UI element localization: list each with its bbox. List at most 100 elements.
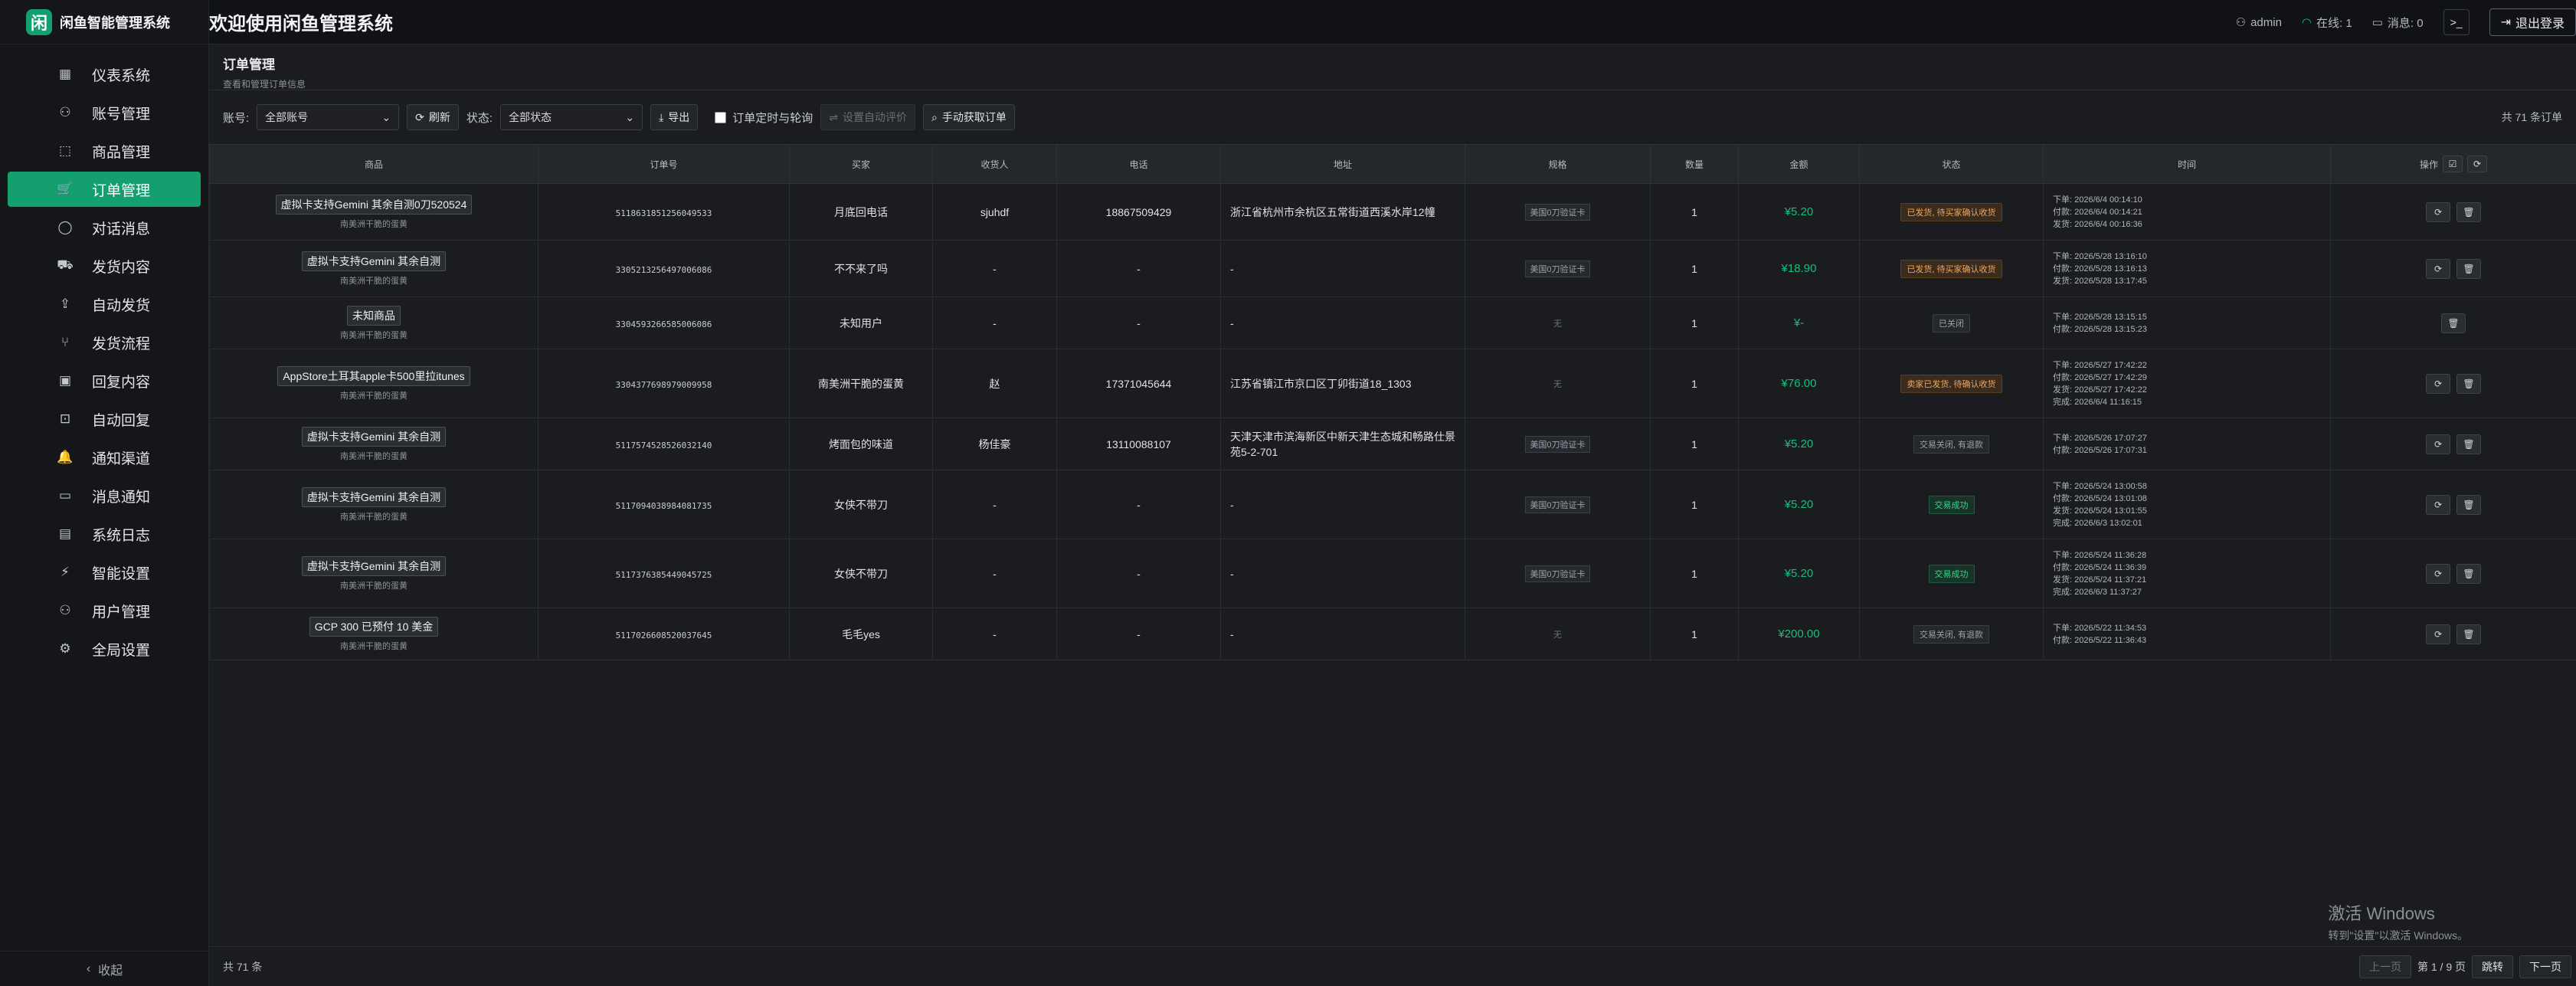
jump-button[interactable]: 跳转 bbox=[2472, 955, 2513, 978]
watermark-line1: 激活 Windows bbox=[2328, 904, 2435, 923]
sidebar-item-11[interactable]: 🔔 通知渠道 bbox=[8, 440, 201, 475]
ops-cell: ⟳ 🗑 bbox=[2330, 349, 2576, 418]
product-name[interactable]: 虚拟卡支持Gemini 其余自测 bbox=[301, 555, 447, 576]
product-cell: 虚拟卡支持Gemini 其余自测 南美洲干脆的蛋黄 bbox=[209, 418, 538, 470]
refresh-order-button[interactable]: ⟳ bbox=[2426, 434, 2450, 454]
chat-icon: ◯ bbox=[57, 220, 73, 234]
terminal-button[interactable]: >_ bbox=[2443, 9, 2470, 35]
delete-order-button[interactable]: 🗑 bbox=[2457, 434, 2481, 454]
sidebar-item-1[interactable]: ▦ 仪表系统 bbox=[8, 57, 201, 92]
delete-order-button[interactable]: 🗑 bbox=[2441, 313, 2466, 333]
collapse-button[interactable]: ‹ 收起 bbox=[0, 951, 209, 986]
spec-cell: 美国0刀验证卡 bbox=[1465, 183, 1651, 241]
sidebar-item-4[interactable]: 🛒 订单管理 bbox=[8, 172, 201, 207]
time-line: 发货: 2026/5/24 11:37:21 bbox=[2053, 575, 2147, 585]
ops-cell: ⟳ 🗑 bbox=[2330, 240, 2576, 297]
users-icon: ⚇ bbox=[59, 603, 71, 617]
amount-cell: ¥5.20 bbox=[1738, 470, 1860, 539]
sidebar-item-2[interactable]: ⚇ 账号管理 bbox=[8, 95, 201, 130]
refresh-order-button[interactable]: ⟳ bbox=[2426, 563, 2450, 584]
time-line: 发货: 2026/5/28 13:17:45 bbox=[2053, 276, 2147, 286]
delete-order-button[interactable]: 🗑 bbox=[2457, 563, 2481, 584]
ops-header-label: 操作 bbox=[2419, 159, 2438, 170]
delete-order-button[interactable]: 🗑 bbox=[2457, 258, 2481, 279]
sidebar-item-14[interactable]: ⚡ 智能设置 bbox=[8, 555, 201, 590]
current-user[interactable]: ⚇ admin bbox=[2236, 15, 2282, 30]
order-number: 5117094038984081735 bbox=[615, 500, 712, 511]
ops-cell: ⟳ 🗑 bbox=[2330, 539, 2576, 608]
manual-fetch-button[interactable]: ⌕ 手动获取订单 bbox=[923, 104, 1015, 130]
product-name[interactable]: 虚拟卡支持Gemini 其余自测 bbox=[301, 251, 447, 271]
sidebar-item-12[interactable]: ▭ 消息通知 bbox=[8, 478, 201, 513]
refresh-order-button[interactable]: ⟳ bbox=[2426, 258, 2450, 279]
time-line: 付款: 2026/5/24 13:01:08 bbox=[2053, 493, 2147, 503]
sidebar-item-10[interactable]: ⊡ 自动回复 bbox=[8, 401, 201, 437]
sidebar-item-5[interactable]: ◯ 对话消息 bbox=[8, 210, 201, 245]
refresh-label: 刷新 bbox=[428, 111, 450, 123]
order-number: 3305213256497006086 bbox=[615, 264, 712, 275]
product-cell: 虚拟卡支持Gemini 其余自测南美洲干脆的蛋黄 bbox=[209, 240, 538, 297]
delete-order-button[interactable]: 🗑 bbox=[2457, 373, 2481, 394]
status-select[interactable]: 全部状态 ⌄ bbox=[500, 104, 643, 130]
refresh-order-button[interactable]: ⟳ bbox=[2426, 373, 2450, 394]
topbar: 欢迎使用闲鱼管理系统 ⚇ admin ◠ 在线: 1 ▭ 消息: 0 >_ ⇥ … bbox=[209, 0, 2576, 44]
sidebar-item-9[interactable]: ▣ 回复内容 bbox=[8, 363, 201, 398]
logout-button[interactable]: ⇥ 退出登录 bbox=[2489, 8, 2576, 36]
search-icon: ⌕ bbox=[931, 110, 938, 123]
auto-review-button[interactable]: ⇌ 设置自动评价 bbox=[820, 104, 916, 130]
sidebar-item-13[interactable]: ▤ 系统日志 bbox=[8, 516, 201, 552]
product-name[interactable]: 虚拟卡支持Gemini 其余自测0刀520524 bbox=[275, 194, 473, 215]
sidebar: 闲 闲鱼智能管理系统 ▦ 仪表系统 ⚇ 账号管理 ⬚ 商品管理 🛒 订单管理 ◯ 对话消息 ⛟ 发货内… bbox=[0, 0, 209, 986]
product-name[interactable]: AppStore土耳其apple卡500里拉itunes bbox=[277, 365, 470, 386]
sidebar-item-3[interactable]: ⬚ 商品管理 bbox=[8, 133, 201, 169]
export-label: 导出 bbox=[668, 111, 690, 123]
spec-cell: 无 bbox=[1465, 296, 1651, 349]
amount-cell: ¥200.00 bbox=[1738, 608, 1860, 660]
product-seller: 南美洲干脆的蛋黄 bbox=[340, 276, 408, 286]
spec-cell: 美国0刀验证卡 bbox=[1465, 470, 1651, 539]
sidebar-item-8[interactable]: ⑂ 发货流程 bbox=[8, 325, 201, 360]
pagination: 上一页 第 1 / 9 页 跳转 下一页 bbox=[2358, 955, 2571, 978]
delete-order-button[interactable]: 🗑 bbox=[2457, 201, 2481, 222]
next-page-button[interactable]: 下一页 bbox=[2519, 955, 2571, 978]
trash-icon: 🗑 bbox=[2463, 206, 2475, 218]
product-name[interactable]: 未知商品 bbox=[347, 305, 401, 326]
export-button[interactable]: ⤓ 导出 bbox=[650, 104, 699, 130]
refresh-button[interactable]: ⟳ 刷新 bbox=[407, 104, 459, 130]
phone-cell: - bbox=[1056, 296, 1221, 349]
sidebar-item-6[interactable]: ⛟ 发货内容 bbox=[8, 248, 201, 283]
time-line: 下单: 2026/5/26 17:07:27 bbox=[2053, 433, 2147, 443]
product-name[interactable]: GCP 300 已预付 10 美金 bbox=[309, 616, 439, 637]
manual-fetch-label: 手动获取订单 bbox=[941, 111, 1007, 123]
spec-tag: 美国0刀验证卡 bbox=[1525, 435, 1590, 453]
column-header: 电话 bbox=[1056, 144, 1221, 184]
refresh-order-button[interactable]: ⟳ bbox=[2426, 494, 2450, 515]
sidebar-item-7[interactable]: ⇪ 自动发货 bbox=[8, 287, 201, 322]
product-cell: GCP 300 已预付 10 美金 南美洲干脆的蛋黄 bbox=[209, 608, 538, 660]
auto-poll-checkbox[interactable] bbox=[715, 111, 727, 123]
receiver-cell: sjuhdf bbox=[932, 183, 1057, 241]
sidebar-item-16[interactable]: ⚙ 全局设置 bbox=[8, 631, 201, 667]
product-name[interactable]: 虚拟卡支持Gemini 其余自测 bbox=[301, 486, 447, 507]
auto-poll-toggle[interactable]: 订单定时与轮询 bbox=[715, 110, 813, 126]
product-name[interactable]: 虚拟卡支持Gemini 其余自测 bbox=[301, 426, 447, 447]
prev-page-button[interactable]: 上一页 bbox=[2358, 955, 2411, 978]
message-count[interactable]: ▭ 消息: 0 bbox=[2372, 15, 2424, 31]
image-icon: ▣ bbox=[58, 373, 72, 388]
spec-cell: 美国0刀验证卡 bbox=[1465, 539, 1651, 608]
column-header: 收货人 bbox=[932, 144, 1057, 184]
refresh-icon: ⟳ bbox=[2434, 378, 2443, 389]
account-select[interactable]: 全部账号 ⌄ bbox=[257, 104, 400, 130]
sidebar-item-15[interactable]: ⚇ 用户管理 bbox=[8, 593, 201, 628]
refresh-all-button[interactable]: ⟳ bbox=[2467, 156, 2487, 172]
refresh-order-button[interactable]: ⟳ bbox=[2426, 624, 2450, 644]
amount-value: ¥5.20 bbox=[1784, 205, 1814, 218]
delete-order-button[interactable]: 🗑 bbox=[2457, 494, 2481, 515]
select-all-button[interactable]: ☑ bbox=[2443, 156, 2463, 172]
footer-total: 共 71 条 bbox=[223, 960, 263, 973]
trash-icon: 🗑 bbox=[2447, 317, 2460, 329]
delete-order-button[interactable]: 🗑 bbox=[2457, 624, 2481, 644]
refresh-order-button[interactable]: ⟳ bbox=[2426, 201, 2450, 222]
spec-tag: 美国0刀验证卡 bbox=[1525, 203, 1590, 221]
phone-cell: 17371045644 bbox=[1056, 349, 1221, 418]
